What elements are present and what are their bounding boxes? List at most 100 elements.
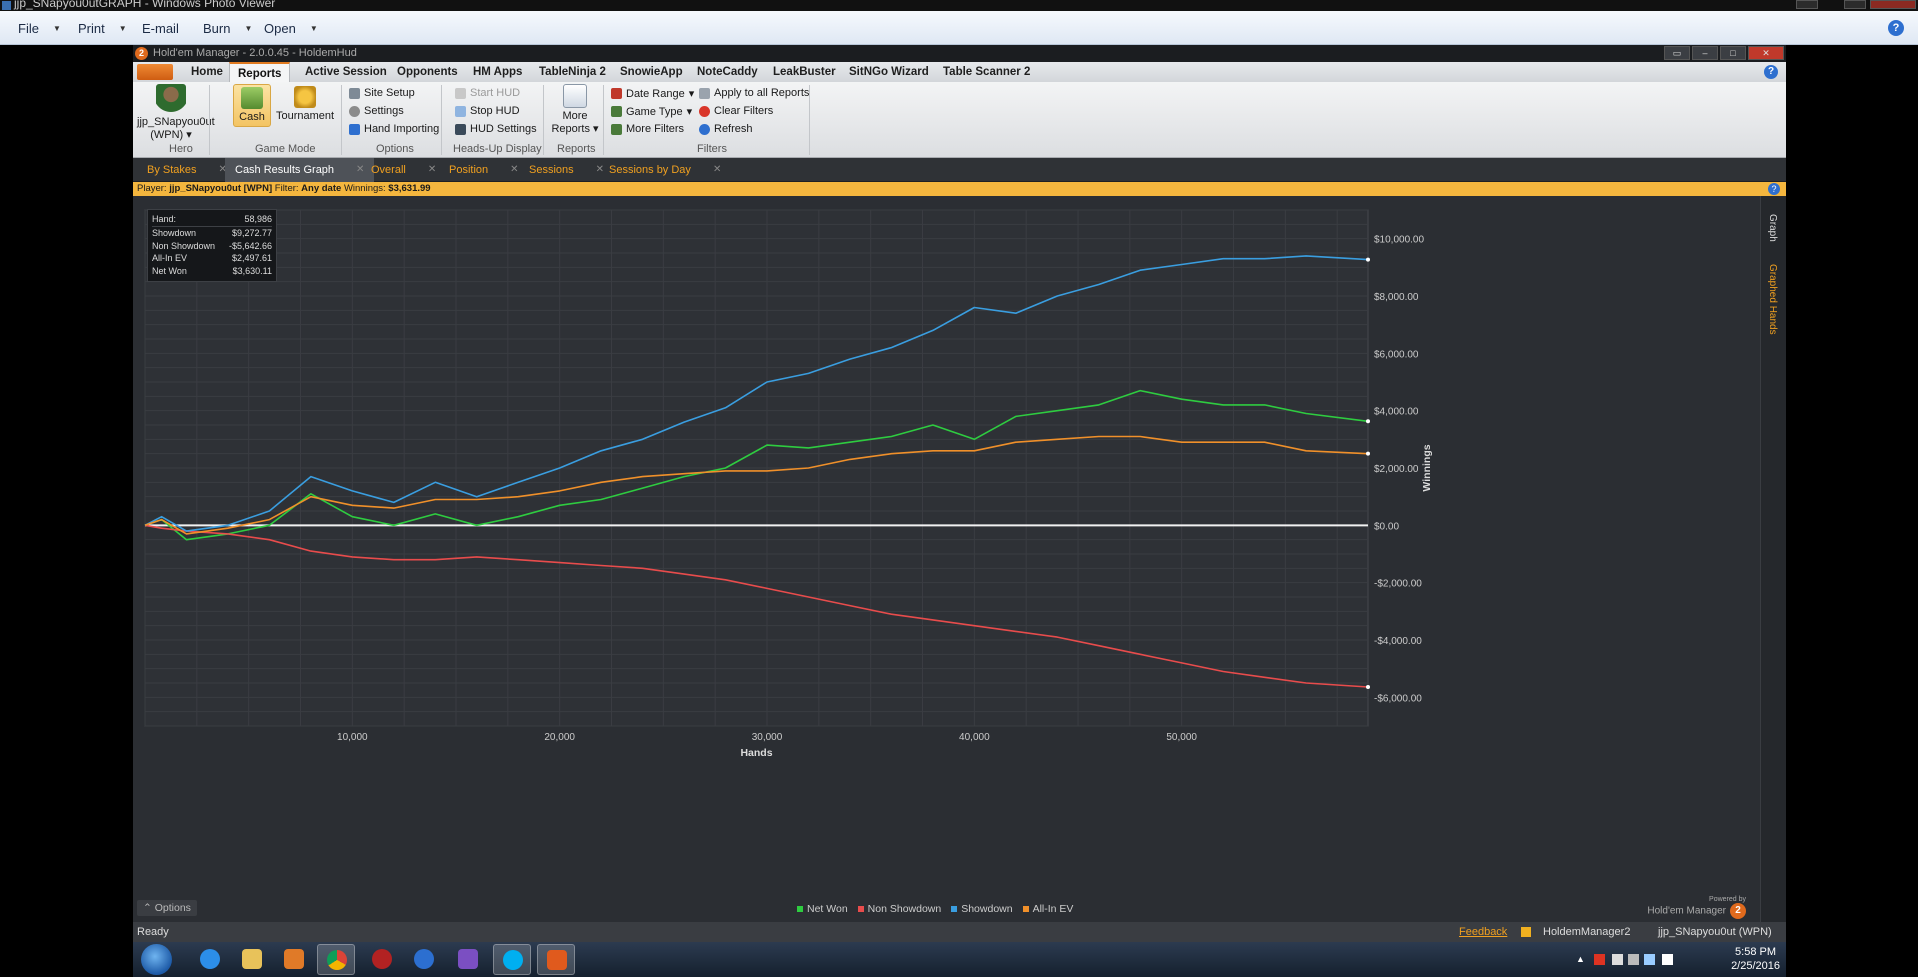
tab-home[interactable]: Home [191, 66, 223, 78]
start-button[interactable] [141, 944, 172, 975]
menu-file[interactable]: File ▼ [18, 21, 61, 36]
legend-item-net-won[interactable]: Net Won [797, 903, 848, 915]
hud-settings-button[interactable]: HUD Settings [455, 123, 537, 135]
stop-hud-button[interactable]: Stop HUD [455, 105, 520, 117]
hm-titlebar: 2 Hold'em Manager - 2.0.0.45 - HoldemHud… [133, 45, 1786, 62]
close-button[interactable]: ✕ [1748, 46, 1784, 60]
taskbar-hm[interactable] [405, 944, 443, 975]
y-tick-label: $10,000.00 [1374, 235, 1424, 246]
ribbon: jjp_SNapyou0ut (WPN) ▾ Hero Cash Tournam… [133, 82, 1786, 158]
feedback-link[interactable]: Feedback [1459, 926, 1507, 938]
legend-item-showdown[interactable]: Showdown [951, 903, 1013, 915]
chevron-down-icon: ▼ [309, 24, 318, 33]
stats-summary-box: Hand: 58,986 Showdown $9,272.77 Non Showdo… [147, 209, 277, 282]
y-tick-label: $2,000.00 [1374, 464, 1419, 475]
apply-icon [699, 87, 710, 99]
tab-overall[interactable]: Overall ✕ [361, 158, 446, 182]
close-button[interactable] [1870, 0, 1916, 9]
legend-item-non-showdown[interactable]: Non Showdown [857, 903, 941, 915]
tab-snowieapp[interactable]: SnowieApp [620, 66, 683, 78]
restore-icon[interactable] [1796, 0, 1818, 9]
series-endpoint [1366, 419, 1370, 424]
x-axis-label: Hands [740, 747, 772, 759]
side-tab-graphed-hands[interactable]: Graphed Hands [1767, 264, 1778, 335]
windows-taskbar: ▲ 5:58 PM 2/25/2016 [133, 942, 1786, 977]
taskbar-skype[interactable] [493, 944, 531, 975]
hero-selector[interactable]: jjp_SNapyou0ut (WPN) ▾ [137, 84, 215, 141]
tournament-button[interactable]: Tournament [275, 84, 335, 122]
taskbar-chrome[interactable] [317, 944, 355, 975]
options-button[interactable]: ⌃ Options [137, 900, 197, 916]
tab-tableninja[interactable]: TableNinja 2 [539, 66, 606, 78]
apply-all-reports-button[interactable]: Apply to all Reports [699, 87, 809, 99]
tab-hm-apps[interactable]: HM Apps [473, 66, 522, 78]
menu-burn[interactable]: Burn ▼ [203, 21, 252, 36]
show-hidden-icons[interactable]: ▲ [1576, 954, 1587, 965]
results-graph-panel: 10,000 20,000 30,000 40,000 50,000 $10,000.0… [133, 196, 1760, 922]
volume-icon[interactable] [1628, 954, 1639, 965]
settings-button[interactable]: Settings [349, 105, 404, 117]
taskbar-visual-studio[interactable] [449, 944, 487, 975]
menu-email[interactable]: E-mail [142, 21, 179, 36]
help-icon[interactable]: ? [1764, 65, 1778, 79]
date-range-button[interactable]: Date Range ▾ [611, 87, 694, 100]
clear-filters-button[interactable]: Clear Filters [699, 105, 773, 117]
legend-item-allin-ev[interactable]: All-In EV [1022, 903, 1073, 915]
tab-opponents[interactable]: Opponents [397, 66, 458, 78]
y-tick-label: $8,000.00 [1374, 292, 1419, 303]
close-icon[interactable]: ✕ [428, 164, 436, 182]
side-tab-graph[interactable]: Graph [1767, 214, 1778, 242]
more-reports-button[interactable]: More Reports ▾ [549, 84, 601, 135]
tab-table-scanner[interactable]: Table Scanner 2 [943, 66, 1030, 78]
reports-icon [563, 84, 587, 108]
tab-position[interactable]: Position ✕ [439, 158, 529, 182]
cash-icon [241, 87, 263, 109]
cash-button[interactable]: Cash [233, 84, 271, 127]
close-icon[interactable]: ✕ [510, 164, 518, 182]
import-icon [349, 123, 360, 135]
ribbon-tabs: Home Reports Active Session Opponents HM… [133, 62, 1786, 82]
taskbar-hm2[interactable] [537, 944, 575, 975]
play-icon [455, 87, 466, 99]
tab-by-stakes[interactable]: By Stakes ✕ [137, 158, 237, 182]
maximize-button[interactable]: □ [1720, 46, 1746, 60]
refresh-icon [699, 123, 710, 135]
tab-sessions-by-day[interactable]: Sessions by Day ✕ [599, 158, 731, 182]
winnings-value: $3,631.99 [388, 183, 431, 194]
action-center-flag-icon[interactable] [1612, 954, 1623, 965]
hm-database-label[interactable]: HoldemManager2 [1543, 926, 1630, 938]
network-icon[interactable] [1644, 954, 1655, 965]
help-icon[interactable]: ? [1888, 20, 1904, 36]
tab-leakbuster[interactable]: LeakBuster [773, 66, 836, 78]
more-filters-button[interactable]: More Filters [611, 123, 684, 135]
info-icon[interactable]: ? [1768, 183, 1780, 195]
taskbar-ie[interactable] [191, 944, 229, 975]
refresh-button[interactable]: Refresh [699, 123, 753, 135]
antivirus-icon[interactable] [1594, 954, 1605, 965]
game-type-button[interactable]: Game Type ▾ [611, 105, 692, 118]
windows-icon[interactable] [1662, 954, 1673, 965]
restore-icon[interactable]: ▭ [1664, 46, 1690, 60]
app-menu-button[interactable] [137, 64, 173, 80]
close-icon[interactable]: ✕ [713, 164, 721, 182]
tab-active-session[interactable]: Active Session [305, 66, 387, 78]
minimize-button[interactable] [1844, 0, 1866, 9]
menu-print[interactable]: Print ▼ [78, 21, 127, 36]
tab-cash-results-graph[interactable]: Cash Results Graph ✕ [225, 158, 375, 182]
taskbar-app[interactable] [363, 944, 401, 975]
taskbar-explorer[interactable] [233, 944, 271, 975]
system-clock[interactable]: 5:58 PM 2/25/2016 [1731, 945, 1780, 973]
game-type-icon [611, 106, 622, 117]
y-tick-label: $0.00 [1374, 521, 1399, 532]
tab-notecaddy[interactable]: NoteCaddy [697, 66, 758, 78]
taskbar-media-player[interactable] [275, 944, 313, 975]
start-hud-button[interactable]: Start HUD [455, 87, 520, 99]
active-player-label[interactable]: jjp_SNapyou0ut (WPN) [1658, 926, 1772, 938]
tab-sitngo-wizard[interactable]: SitNGo Wizard [849, 66, 929, 78]
site-setup-button[interactable]: Site Setup [349, 87, 415, 99]
skype-icon [503, 950, 523, 970]
tab-reports[interactable]: Reports [229, 62, 291, 82]
minimize-button[interactable]: – [1692, 46, 1718, 60]
hand-importing-button[interactable]: Hand Importing [349, 123, 439, 135]
menu-open[interactable]: Open ▼ [264, 21, 318, 36]
